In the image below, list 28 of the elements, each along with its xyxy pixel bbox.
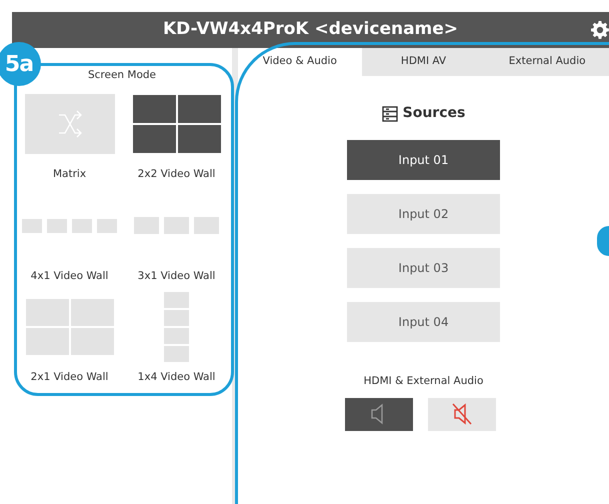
muted-speaker-icon <box>452 402 472 426</box>
input-button[interactable]: Input 01 <box>347 140 500 180</box>
video-wall-layout-tile[interactable] <box>164 292 189 362</box>
panel-title: Screen Mode <box>86 68 158 83</box>
settings-icon[interactable] <box>591 21 609 39</box>
matrix-mode-tile[interactable] <box>24 94 114 154</box>
input-button[interactable]: Input 03 <box>347 248 500 288</box>
tab[interactable]: HDMI AV <box>362 48 486 76</box>
mode-label: Matrix <box>52 166 86 182</box>
mode-label: 2x2 Video Wall <box>138 166 216 182</box>
video-wall-layout-tile[interactable] <box>134 217 219 234</box>
sources-heading: Sources <box>402 104 466 123</box>
tab[interactable]: External Audio <box>485 48 609 76</box>
mode-label: 3x1 Video Wall <box>138 268 216 284</box>
mode-label: 4x1 Video Wall <box>30 268 108 284</box>
input-button[interactable]: Input 04 <box>347 302 500 342</box>
callout-badge: 5a <box>0 42 41 86</box>
list-icon <box>382 106 398 122</box>
input-button[interactable]: Input 02 <box>347 194 500 234</box>
unmute-button[interactable] <box>345 398 413 431</box>
mode-label: 1x4 Video Wall <box>138 370 216 386</box>
window-title: KD-VW4x4ProK <devicename> <box>162 18 458 42</box>
video-wall-layout-tile[interactable] <box>26 299 114 356</box>
mute-button[interactable] <box>428 398 496 431</box>
video-wall-layout-tile[interactable] <box>22 218 117 232</box>
audio-heading: HDMI & External Audio <box>362 374 484 389</box>
mode-label: 2x1 Video Wall <box>30 370 108 386</box>
video-wall-layout-tile[interactable] <box>132 94 220 153</box>
